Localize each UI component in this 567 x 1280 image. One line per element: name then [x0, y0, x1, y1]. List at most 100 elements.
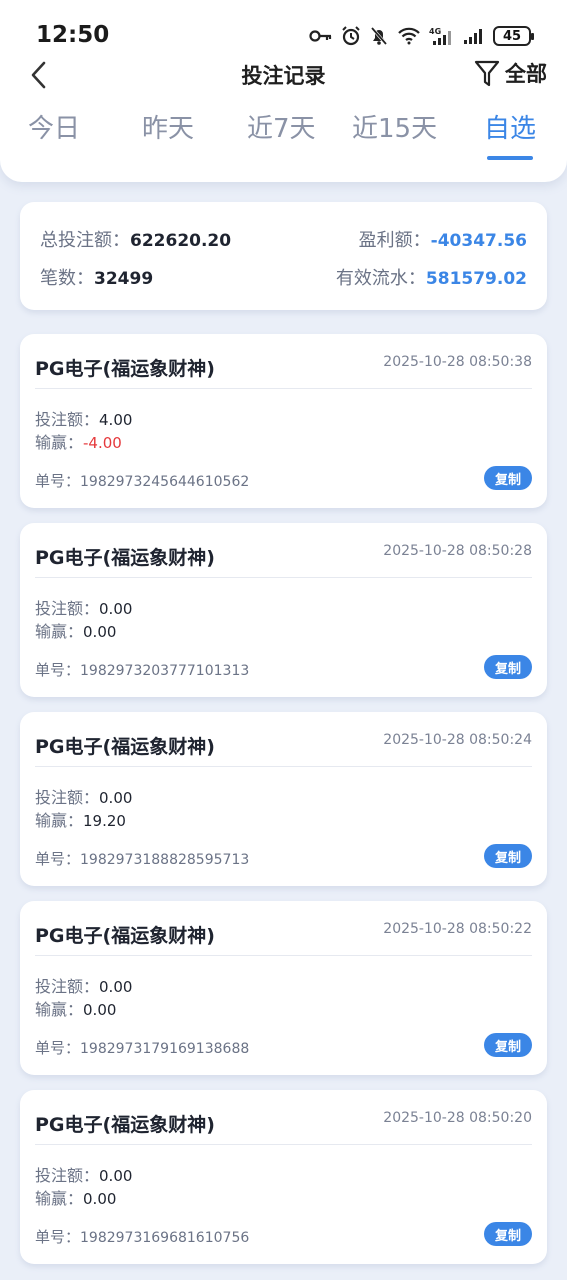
win-value: 19.20	[83, 812, 126, 830]
order-label: 单号：	[35, 850, 81, 868]
order-number: 1982973188828595713	[80, 852, 250, 868]
tab-today[interactable]: 今日	[28, 108, 80, 145]
win-label: 输赢：	[35, 1000, 84, 1019]
record-game: PG电子(福运象财神)	[35, 1114, 215, 1136]
signal-4g-icon: 4G	[429, 27, 451, 45]
bet-label: 投注额：	[35, 1166, 100, 1185]
bet-value: 0.00	[99, 1167, 133, 1185]
record-bet: 投注额：0.00	[35, 973, 132, 997]
top-panel: 12:50 4G 45 投注记录 全部 今日 昨天 近7天 近15天 自选	[0, 0, 567, 182]
record-card: PG电子(福运象财神) 2025-10-28 08:50:38 投注额：4.00…	[20, 334, 547, 508]
bet-value: 4.00	[99, 411, 133, 429]
copy-button[interactable]: 复制	[484, 466, 532, 490]
key-icon	[309, 30, 332, 42]
order-label: 单号：	[35, 1039, 81, 1057]
record-order: 单号：1982973188828595713	[35, 848, 249, 869]
order-number: 1982973179169138688	[80, 1041, 250, 1057]
status-icons: 4G 45	[309, 24, 534, 48]
profit: 盈利额：-40347.56	[359, 226, 527, 252]
record-bet: 投注额：4.00	[35, 406, 132, 430]
record-win: 输赢：0.00	[35, 996, 116, 1020]
divider	[35, 577, 532, 578]
battery-icon: 45	[493, 26, 534, 46]
tab-yesterday[interactable]: 昨天	[142, 108, 194, 145]
bet-count-value: 32499	[94, 269, 154, 289]
record-time: 2025-10-28 08:50:28	[383, 543, 532, 559]
copy-button[interactable]: 复制	[484, 1033, 532, 1057]
order-number: 1982973203777101313	[80, 663, 250, 679]
order-number: 1982973245644610562	[80, 474, 250, 490]
bet-label: 投注额：	[35, 599, 100, 618]
tab-15-days[interactable]: 近15天	[352, 108, 437, 145]
signal-icon	[464, 29, 482, 44]
alarm-icon	[342, 26, 360, 46]
record-order: 单号：1982973203777101313	[35, 659, 249, 680]
total-bet-value: 622620.20	[130, 231, 232, 251]
bet-label: 投注额：	[35, 788, 100, 807]
win-value: 0.00	[83, 623, 117, 641]
status-bar: 12:50 4G 45	[0, 18, 567, 54]
order-label: 单号：	[35, 661, 81, 679]
active-tab-indicator	[487, 156, 533, 160]
order-label: 单号：	[35, 472, 81, 490]
win-value: 0.00	[83, 1001, 117, 1019]
svg-text:4G: 4G	[429, 27, 441, 36]
wifi-icon	[398, 27, 420, 45]
record-time: 2025-10-28 08:50:22	[383, 921, 532, 937]
copy-button[interactable]: 复制	[484, 1222, 532, 1246]
record-card: PG电子(福运象财神) 2025-10-28 08:50:28 投注额：0.00…	[20, 523, 547, 697]
divider	[35, 766, 532, 767]
record-win: 输赢：19.20	[35, 807, 126, 831]
win-label: 输赢：	[35, 622, 84, 641]
record-bet: 投注额：0.00	[35, 595, 132, 619]
profit-label: 盈利额：	[358, 230, 431, 251]
date-tabs: 今日 昨天 近7天 近15天 自选	[0, 108, 567, 168]
record-card: PG电子(福运象财神) 2025-10-28 08:50:22 投注额：0.00…	[20, 901, 547, 1075]
filter-button[interactable]: 全部	[473, 58, 547, 88]
record-order: 单号：1982973179169138688	[35, 1037, 249, 1058]
record-card: PG电子(福运象财神) 2025-10-28 08:50:24 投注额：0.00…	[20, 712, 547, 886]
filter-label: 全部	[505, 62, 547, 86]
record-game: PG电子(福运象财神)	[35, 736, 215, 758]
total-bet-label: 总投注额：	[40, 230, 130, 251]
bet-value: 0.00	[99, 978, 133, 996]
record-game: PG电子(福运象财神)	[35, 925, 215, 947]
bet-count: 笔数：32499	[40, 264, 153, 290]
tab-7-days[interactable]: 近7天	[247, 108, 316, 145]
copy-button[interactable]: 复制	[484, 844, 532, 868]
tab-custom[interactable]: 自选	[484, 108, 536, 145]
bet-value: 0.00	[99, 600, 133, 618]
order-number: 1982973169681610756	[80, 1230, 250, 1246]
win-label: 输赢：	[35, 811, 84, 830]
turnover: 有效流水：581579.02	[336, 264, 527, 290]
record-game: PG电子(福运象财神)	[35, 358, 215, 380]
record-win: 输赢：0.00	[35, 1185, 116, 1209]
record-win: 输赢：0.00	[35, 618, 116, 642]
record-bet: 投注额：0.00	[35, 1162, 132, 1186]
filter-icon	[474, 60, 500, 87]
record-win: 输赢：-4.00	[35, 429, 122, 453]
turnover-label: 有效流水：	[335, 268, 426, 289]
record-time: 2025-10-28 08:50:38	[383, 354, 532, 370]
bet-value: 0.00	[99, 789, 133, 807]
win-label: 输赢：	[35, 433, 84, 452]
bet-label: 投注额：	[35, 977, 100, 996]
record-order: 单号：1982973169681610756	[35, 1226, 249, 1247]
bet-count-label: 笔数：	[40, 268, 94, 289]
record-time: 2025-10-28 08:50:24	[383, 732, 532, 748]
copy-button[interactable]: 复制	[484, 655, 532, 679]
record-card: PG电子(福运象财神) 2025-10-28 08:50:20 投注额：0.00…	[20, 1090, 547, 1264]
order-label: 单号：	[35, 1228, 81, 1246]
status-time: 12:50	[36, 22, 110, 48]
win-label: 输赢：	[35, 1189, 84, 1208]
win-value: -4.00	[83, 434, 122, 452]
divider	[35, 1144, 532, 1145]
record-bet: 投注额：0.00	[35, 784, 132, 808]
divider	[35, 388, 532, 389]
bet-label: 投注额：	[35, 410, 100, 429]
profit-value: -40347.56	[430, 231, 527, 251]
record-order: 单号：1982973245644610562	[35, 470, 249, 491]
win-value: 0.00	[83, 1190, 117, 1208]
divider	[35, 955, 532, 956]
record-game: PG电子(福运象财神)	[35, 547, 215, 569]
